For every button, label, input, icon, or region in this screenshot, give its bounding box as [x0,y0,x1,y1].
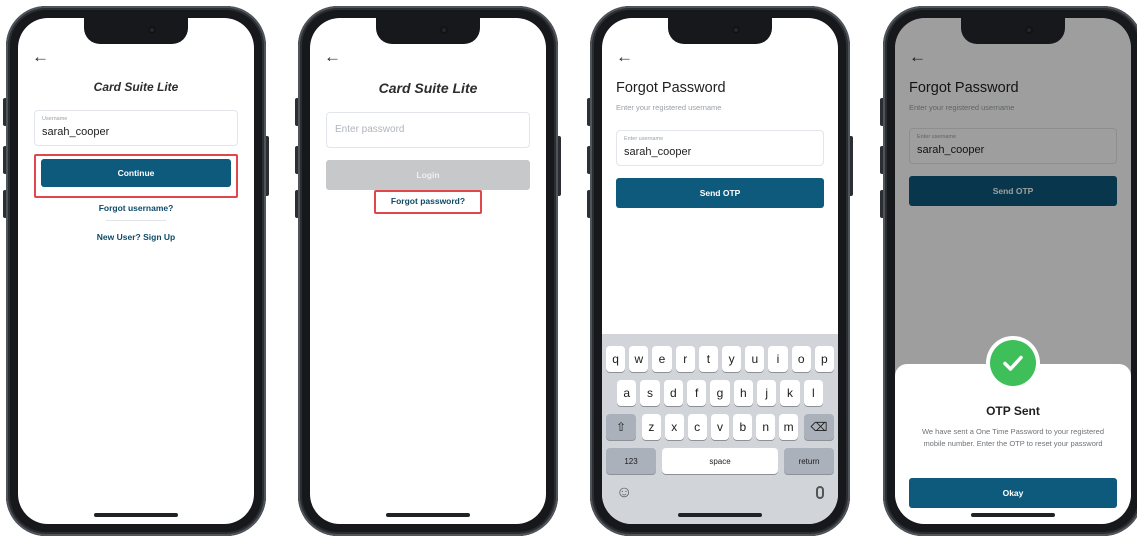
username-label: Enter username [624,136,664,142]
key-r[interactable]: r [675,346,695,372]
camera-icon [1025,26,1033,34]
password-field[interactable]: Enter password [326,112,530,148]
key-u[interactable]: u [745,346,765,372]
camera-icon [732,26,740,34]
shift-key-icon[interactable]: ⇧ [606,414,636,440]
notch [84,18,188,44]
home-indicator [94,513,178,517]
microphone-icon[interactable] [816,486,824,499]
key-s[interactable]: s [640,380,660,406]
username-label: Username [42,116,68,122]
key-d[interactable]: d [663,380,683,406]
app-title: Card Suite Lite [378,80,478,96]
okay-button[interactable]: Okay [909,478,1117,508]
key-f[interactable]: f [687,380,707,406]
keyboard-row-3: ⇧ ⌫ zxcvbnm [606,414,834,440]
key-y[interactable]: y [722,346,742,372]
notch [376,18,480,44]
key-m[interactable]: m [779,414,798,440]
screen-username: ← Card Suite Lite Username sarah_cooper … [18,18,254,524]
key-a[interactable]: a [617,380,637,406]
username-value: sarah_cooper [624,146,692,158]
keyboard-row-1: qwertyuiop [606,346,834,372]
app-title: Card Suite Lite [93,80,179,94]
camera-icon [440,26,448,34]
key-h[interactable]: h [733,380,753,406]
page-subtitle: Enter your registered username [616,103,722,112]
emoji-icon[interactable]: ☺ [616,484,632,502]
check-circle-icon [990,340,1036,386]
key-e[interactable]: e [652,346,672,372]
username-field[interactable]: Enter username sarah_cooper [616,130,824,166]
otp-sent-sheet: OTP Sent We have sent a One Time Passwor… [895,340,1131,524]
key-c[interactable]: c [687,414,707,440]
checkmark-icon [1003,355,1023,371]
forgot-password-link[interactable]: Forgot password? [310,196,546,206]
space-key[interactable]: space [662,448,778,474]
home-indicator [678,513,762,517]
key-l[interactable]: l [803,380,823,406]
key-b[interactable]: b [733,414,753,440]
key-j[interactable]: j [757,380,777,406]
divider [106,220,166,221]
key-z[interactable]: z [642,414,661,440]
username-value: sarah_cooper [42,126,110,138]
return-key[interactable]: return [784,448,834,474]
delete-key-icon[interactable]: ⌫ [804,414,834,440]
key-i[interactable]: i [768,346,788,372]
keyboard-row-2: asdfghjkl [606,380,834,406]
keyboard-row-4: 123 space return [606,448,834,474]
notch [668,18,772,44]
key-g[interactable]: g [710,380,730,406]
key-k[interactable]: k [780,380,800,406]
key-x[interactable]: x [664,414,684,440]
page-title: Forgot Password [616,80,726,96]
phone-frame-4: ← Forgot Password Enter your registered … [880,6,1137,536]
keyboard: qwertyuiop asdfghjkl ⇧ ⌫ zxcvbnm 123 spa… [602,334,838,524]
screen-forgot-password: ← Forgot Password Enter your registered … [602,18,838,524]
key-q[interactable]: q [606,346,626,372]
login-button[interactable]: Login [326,160,530,190]
notch [961,18,1065,44]
username-field[interactable]: Username sarah_cooper [34,110,238,146]
sheet-message: We have sent a One Time Password to your… [921,427,1105,448]
continue-button[interactable]: Continue [41,159,231,187]
screen-password: ← Card Suite Lite Enter password Login F… [310,18,546,524]
key-v[interactable]: v [710,414,730,440]
key-p[interactable]: p [814,346,834,372]
home-indicator [386,513,470,517]
send-otp-button[interactable]: Send OTP [616,178,824,208]
forgot-username-link[interactable]: Forgot username? [18,203,254,213]
screen-otp-sent: ← Forgot Password Enter your registered … [895,18,1131,524]
numbers-key[interactable]: 123 [606,448,656,474]
back-arrow-icon[interactable]: ← [616,48,633,66]
back-arrow-icon[interactable]: ← [32,48,49,66]
key-o[interactable]: o [791,346,811,372]
key-n[interactable]: n [756,414,776,440]
key-w[interactable]: w [629,346,649,372]
phone-frame-3: ← Forgot Password Enter your registered … [587,6,853,536]
camera-icon [148,26,156,34]
key-t[interactable]: t [698,346,718,372]
password-placeholder: Enter password [335,124,405,135]
home-indicator [971,513,1055,517]
phone-frame-2: ← Card Suite Lite Enter password Login F… [295,6,561,536]
phone-frame-1: ← Card Suite Lite Username sarah_cooper … [3,6,269,536]
signup-link[interactable]: New User? Sign Up [18,232,254,242]
back-arrow-icon[interactable]: ← [324,48,341,66]
sheet-title: OTP Sent [986,404,1040,418]
